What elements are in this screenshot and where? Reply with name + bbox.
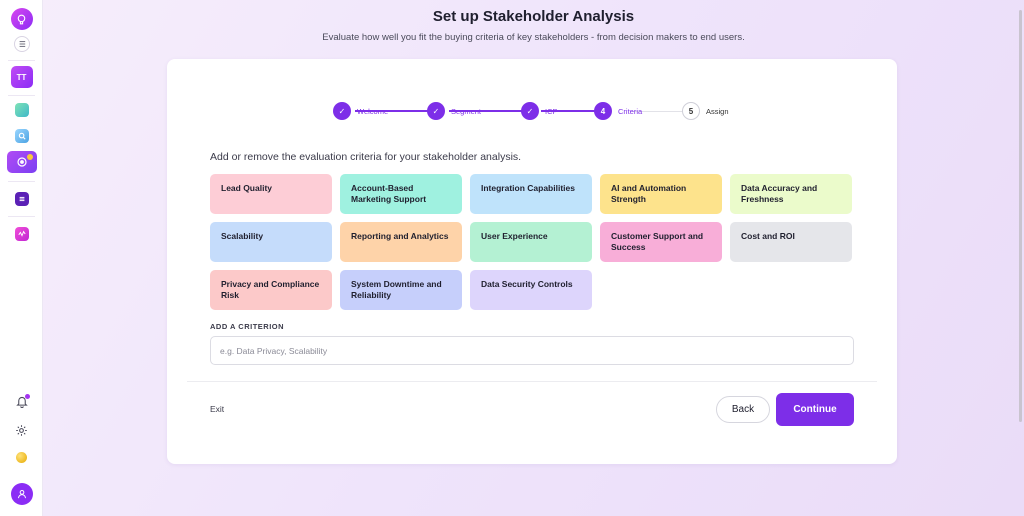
criterion-chip[interactable]: Data Accuracy and Freshness [730, 174, 852, 214]
sidebar: TT [0, 0, 43, 516]
app-icon-dark-purple[interactable] [0, 192, 43, 206]
exit-link[interactable]: Exit [210, 404, 224, 414]
criterion-chip[interactable]: Privacy and Compliance Risk [210, 270, 332, 310]
logo-icon[interactable] [0, 8, 43, 30]
step-icp[interactable]: ✓ ICP [521, 101, 558, 121]
criterion-chip[interactable]: Customer Support and Success [600, 222, 722, 262]
page-subtitle: Evaluate how well you fit the buying cri… [322, 32, 745, 43]
criterion-chip[interactable]: Scalability [210, 222, 332, 262]
bell-icon[interactable] [0, 395, 43, 408]
check-icon: ✓ [427, 102, 445, 120]
notification-dot [25, 394, 30, 399]
gear-icon[interactable] [0, 424, 43, 437]
step-criteria[interactable]: 4 Criteria [594, 101, 642, 121]
stepper: ✓ Welcome ✓ Segment ✓ ICP 4 Criteria 5 A… [333, 101, 733, 121]
criterion-chip[interactable]: Cost and ROI [730, 222, 852, 262]
step-assign[interactable]: 5 Assign [682, 101, 729, 121]
criterion-chip[interactable]: Account-Based Marketing Support [340, 174, 462, 214]
check-icon: ✓ [333, 102, 351, 120]
app-icon-blue[interactable] [0, 129, 43, 143]
check-icon: ✓ [521, 102, 539, 120]
coin-icon[interactable] [0, 452, 43, 463]
workspace-avatar[interactable]: TT [0, 66, 43, 88]
app-icon-pink[interactable] [0, 227, 43, 241]
add-criterion-label: ADD A CRITERION [210, 322, 285, 331]
criterion-chip[interactable]: Integration Capabilities [470, 174, 592, 214]
scrollbar[interactable] [1019, 10, 1022, 422]
add-criterion-input[interactable] [210, 336, 854, 365]
continue-button[interactable]: Continue [776, 393, 854, 426]
step-segment[interactable]: ✓ Segment [427, 101, 481, 121]
app-icon-active[interactable] [0, 151, 43, 173]
setup-card: ✓ Welcome ✓ Segment ✓ ICP 4 Criteria 5 A… [167, 59, 897, 464]
criterion-chip[interactable]: Data Security Controls [470, 270, 592, 310]
criterion-chip[interactable]: Reporting and Analytics [340, 222, 462, 262]
back-button[interactable]: Back [716, 396, 770, 423]
criterion-chip[interactable]: Lead Quality [210, 174, 332, 214]
user-avatar[interactable] [0, 483, 43, 505]
criterion-chip[interactable]: User Experience [470, 222, 592, 262]
app-icon-green[interactable] [0, 103, 43, 117]
instruction-text: Add or remove the evaluation criteria fo… [210, 151, 522, 163]
divider [187, 381, 877, 382]
menu-toggle-icon[interactable] [0, 36, 43, 52]
criterion-chip[interactable]: System Downtime and Reliability [340, 270, 462, 310]
page-title: Set up Stakeholder Analysis [432, 8, 635, 25]
criterion-chip[interactable]: AI and Automation Strength [600, 174, 722, 214]
user-icon [10, 483, 33, 505]
step-welcome[interactable]: ✓ Welcome [333, 101, 388, 121]
